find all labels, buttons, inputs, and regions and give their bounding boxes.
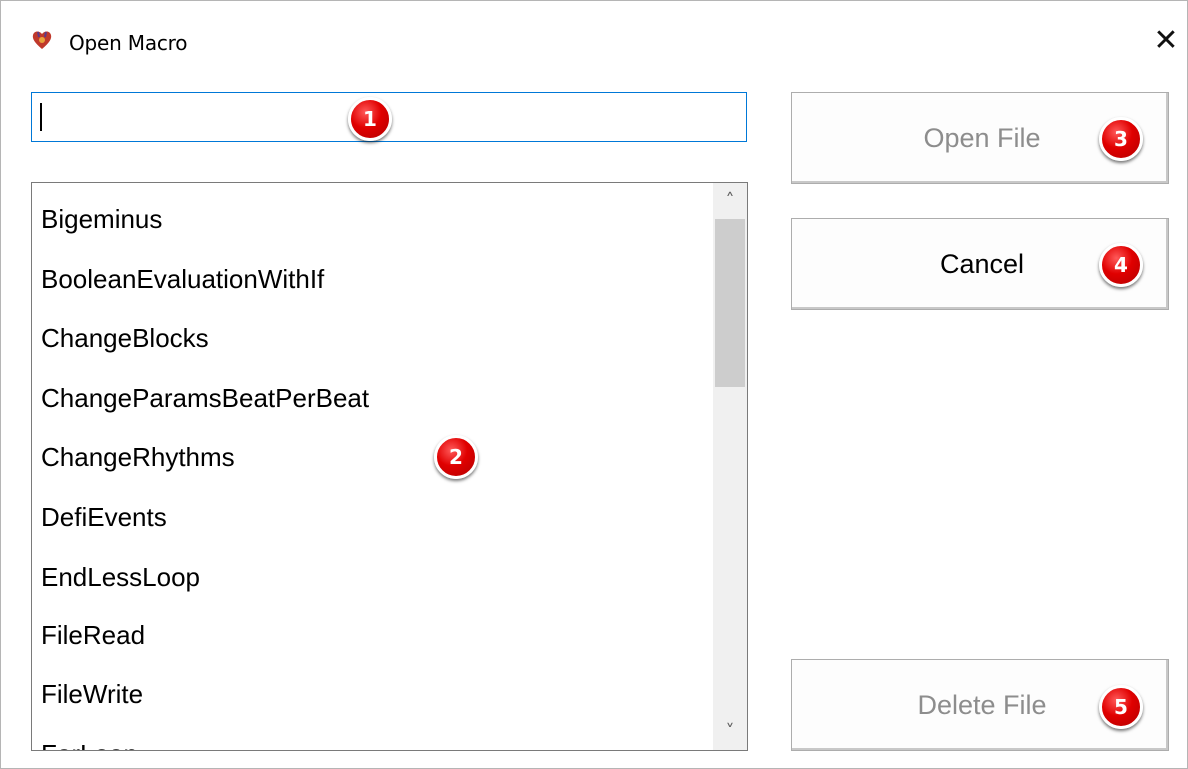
- list-item[interactable]: ChangeRhythms: [41, 433, 701, 481]
- title-bar: Open Macro ✕: [1, 1, 1187, 81]
- callout-5: 5: [1099, 685, 1143, 729]
- list-item[interactable]: Bigeminus: [41, 195, 701, 243]
- text-caret: [40, 103, 42, 131]
- callout-2: 2: [434, 435, 478, 479]
- scrollbar-thumb[interactable]: [715, 219, 745, 387]
- close-icon[interactable]: ✕: [1149, 23, 1183, 59]
- open-file-label: Open File: [923, 122, 1041, 153]
- list-item[interactable]: BooleanEvaluationWithIf: [41, 255, 701, 303]
- cancel-label: Cancel: [939, 248, 1025, 279]
- scroll-up-icon[interactable]: ˄: [713, 183, 747, 219]
- open-macro-dialog: Open Macro ✕ 1 Bigeminus BooleanEvaluati…: [0, 0, 1188, 769]
- callout-4: 4: [1099, 243, 1143, 287]
- list-item[interactable]: ForLoop: [41, 730, 701, 750]
- macro-list[interactable]: Bigeminus BooleanEvaluationWithIf Change…: [31, 182, 748, 751]
- list-item[interactable]: ChangeBlocks: [41, 314, 701, 362]
- callout-3: 3: [1099, 117, 1143, 161]
- list-scrollbar[interactable]: ˄ ˅: [713, 183, 747, 750]
- app-heart-icon: [32, 31, 52, 49]
- list-item[interactable]: ChangeParamsBeatPerBeat: [41, 374, 701, 422]
- list-item[interactable]: EndLessLoop: [41, 553, 701, 601]
- scroll-down-icon[interactable]: ˅: [713, 714, 747, 750]
- delete-file-label: Delete File: [917, 689, 1047, 720]
- list-item[interactable]: FileWrite: [41, 670, 701, 718]
- callout-1: 1: [348, 97, 392, 141]
- list-item[interactable]: FileRead: [41, 611, 701, 659]
- list-item[interactable]: DefiEvents: [41, 493, 701, 541]
- window-title: Open Macro: [69, 31, 188, 55]
